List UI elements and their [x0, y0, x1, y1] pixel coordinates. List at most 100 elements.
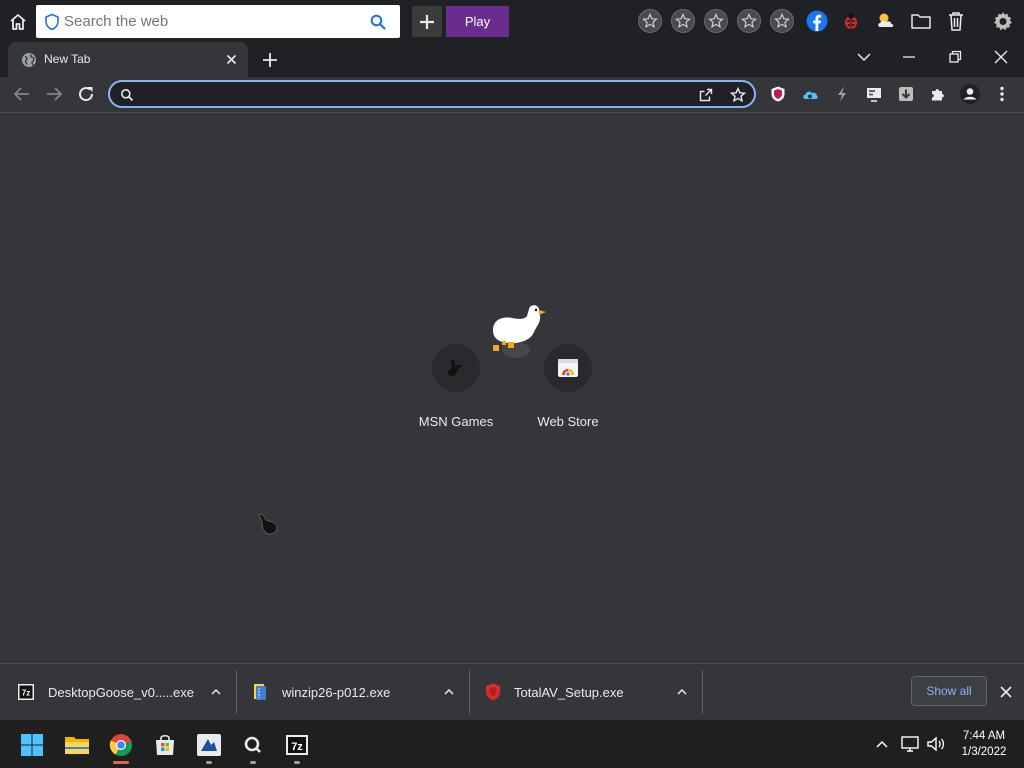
- reload-button[interactable]: [76, 84, 96, 104]
- restore-button[interactable]: [946, 48, 964, 66]
- favorite-star-button-5[interactable]: [770, 9, 794, 33]
- ladybug-button[interactable]: [840, 10, 862, 32]
- show-all-button[interactable]: Show all: [911, 676, 987, 706]
- chrome-menu-button[interactable]: [994, 85, 1010, 103]
- extension-button-cloud[interactable]: [801, 85, 819, 103]
- goose-icon: [493, 305, 546, 358]
- play-button[interactable]: Play: [446, 6, 509, 37]
- close-icon: [994, 50, 1008, 64]
- hand-cursor-icon: [258, 513, 278, 535]
- start-button[interactable]: [12, 725, 52, 765]
- desktop-goose-sprite: [488, 300, 552, 362]
- facebook-button[interactable]: [806, 10, 828, 32]
- download-filename: DesktopGoose_v0.....exe: [48, 684, 194, 700]
- 7zip-button[interactable]: 7z: [277, 725, 317, 765]
- running-app-indicator: [294, 761, 300, 764]
- trash-button[interactable]: [946, 10, 966, 32]
- settings-button[interactable]: [991, 9, 1015, 33]
- active-app-indicator: [113, 761, 129, 764]
- minimize-button[interactable]: [900, 48, 918, 66]
- web-search-input[interactable]: [64, 13, 370, 30]
- app-button-4[interactable]: [189, 725, 229, 765]
- download-item[interactable]: 7z DesktopGoose_v0.....exe: [16, 670, 222, 714]
- msn-games-icon: [447, 359, 463, 377]
- download-item[interactable]: TotalAV_Setup.exe: [484, 670, 688, 714]
- close-shelf-button[interactable]: [998, 684, 1014, 700]
- weather-icon: [878, 13, 894, 27]
- favorite-star-button-3[interactable]: [704, 9, 728, 33]
- star-icon: [774, 13, 790, 29]
- cloud-extension-icon: [803, 91, 818, 99]
- weather-button[interactable]: [874, 10, 898, 32]
- globe-icon: [22, 53, 36, 67]
- plus-icon: [263, 53, 277, 67]
- tab-search-button[interactable]: [855, 49, 873, 65]
- 7zip-icon: 7z: [286, 735, 308, 755]
- address-bar[interactable]: [108, 80, 756, 108]
- svg-text:7z: 7z: [22, 689, 30, 698]
- forward-button[interactable]: [44, 84, 64, 104]
- extensions-button[interactable]: [929, 85, 947, 103]
- show-hidden-icons-button[interactable]: [874, 736, 890, 752]
- file-explorer-icon: [65, 737, 89, 754]
- download-item[interactable]: winzip26-p012.exe: [250, 670, 455, 714]
- tab-title: New Tab: [44, 52, 91, 66]
- store-button[interactable]: [145, 725, 185, 765]
- extension-button-screen[interactable]: [865, 85, 883, 103]
- home-icon: [10, 14, 26, 30]
- ladybug-icon: [845, 13, 857, 29]
- shield-extension-icon: [771, 86, 785, 102]
- network-button[interactable]: [900, 734, 920, 754]
- clock-time: 7:44 AM: [962, 730, 1006, 742]
- chevron-up-icon[interactable]: [676, 686, 688, 698]
- restore-icon: [949, 50, 962, 63]
- address-input[interactable]: [142, 85, 682, 103]
- favorite-star-button-2[interactable]: [671, 9, 695, 33]
- minimize-icon: [903, 56, 915, 58]
- extension-button-download[interactable]: [897, 85, 915, 103]
- clock-date: 1/3/2022: [961, 746, 1007, 758]
- add-button[interactable]: [412, 6, 442, 37]
- system-clock[interactable]: 7:44 AM 1/3/2022: [954, 728, 1014, 760]
- home-button[interactable]: [4, 8, 32, 36]
- shortcut-icon-circle: [432, 344, 480, 392]
- chrome-taskbar-button[interactable]: [101, 725, 141, 765]
- windows-logo-icon: [21, 734, 43, 756]
- share-icon[interactable]: [698, 87, 714, 103]
- folder-button[interactable]: [910, 11, 932, 31]
- kebab-menu-icon: [1000, 86, 1004, 102]
- running-app-indicator: [206, 761, 212, 764]
- download-extension-icon: [899, 87, 913, 101]
- back-button[interactable]: [12, 84, 32, 104]
- extension-button-bolt[interactable]: [833, 85, 851, 103]
- chevron-up-icon[interactable]: [443, 686, 455, 698]
- new-tab-button[interactable]: [260, 50, 280, 70]
- volume-button[interactable]: [926, 734, 946, 754]
- forward-arrow-icon: [47, 87, 63, 101]
- close-tab-icon[interactable]: [226, 54, 237, 65]
- shortcut-label: MSN Games: [418, 414, 494, 429]
- bookmark-star-icon[interactable]: [730, 87, 746, 103]
- winzip-icon: [254, 684, 266, 700]
- search-circle-icon: [244, 736, 261, 753]
- profile-button[interactable]: [959, 83, 981, 105]
- reload-icon: [79, 87, 94, 102]
- extension-button-shield[interactable]: [769, 85, 787, 103]
- chevron-up-icon[interactable]: [210, 686, 222, 698]
- close-window-button[interactable]: [992, 48, 1010, 66]
- tab-new-tab[interactable]: New Tab: [8, 42, 248, 77]
- favorite-star-button-4[interactable]: [737, 9, 761, 33]
- search-icon[interactable]: [370, 14, 386, 30]
- favorite-star-button-1[interactable]: [638, 9, 662, 33]
- screen-extension-icon: [867, 88, 881, 102]
- download-filename: TotalAV_Setup.exe: [514, 684, 624, 700]
- download-divider: [236, 670, 237, 714]
- app-button-5[interactable]: [233, 725, 273, 765]
- download-divider: [469, 670, 470, 714]
- web-search-box[interactable]: [36, 5, 400, 38]
- plus-icon: [420, 14, 434, 29]
- download-divider: [702, 670, 703, 714]
- chrome-icon: [109, 734, 133, 757]
- running-app-indicator: [250, 761, 256, 764]
- file-explorer-button[interactable]: [57, 725, 97, 765]
